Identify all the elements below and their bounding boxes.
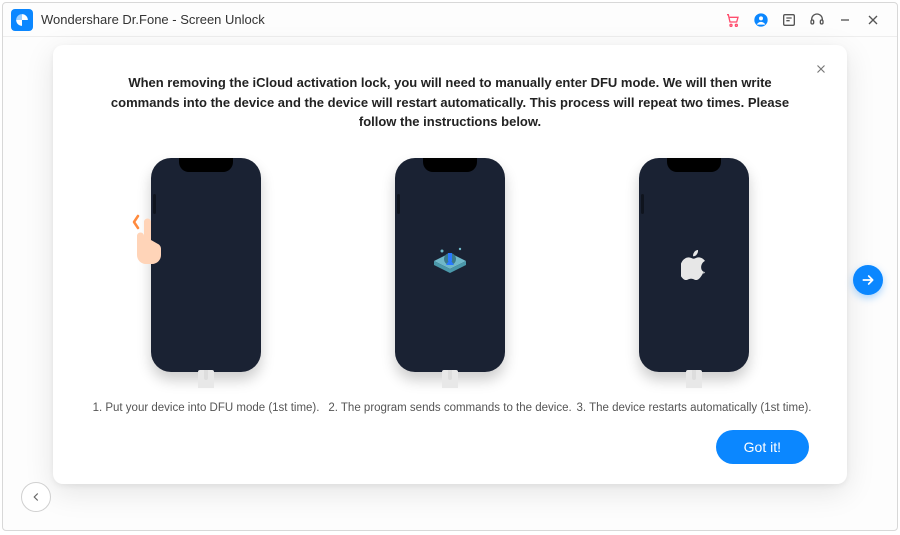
- feedback-icon[interactable]: [775, 6, 803, 34]
- dfu-instructions-modal: When removing the iCloud activation lock…: [53, 45, 847, 484]
- account-icon[interactable]: [747, 6, 775, 34]
- step-caption: 1. Put your device into DFU mode (1st ti…: [93, 402, 320, 414]
- step-caption: 2. The program sends commands to the dev…: [328, 402, 571, 414]
- support-icon[interactable]: [803, 6, 831, 34]
- got-it-button[interactable]: Got it!: [716, 430, 809, 464]
- close-window-button[interactable]: [859, 6, 887, 34]
- next-arrow-button[interactable]: [853, 265, 883, 295]
- cable-icon: [442, 370, 458, 388]
- hand-icon: [128, 206, 168, 266]
- back-button[interactable]: [21, 482, 51, 512]
- close-icon[interactable]: [809, 57, 833, 81]
- phone-illustration: [395, 158, 505, 372]
- step-caption: 3. The device restarts automatically (1s…: [577, 402, 812, 414]
- step-1: 1. Put your device into DFU mode (1st ti…: [101, 158, 311, 414]
- app-window: Wondershare Dr.Fone - Screen Unlock When…: [2, 2, 898, 531]
- apple-logo-icon: [681, 250, 707, 280]
- step-2: 2. The program sends commands to the dev…: [345, 158, 555, 414]
- package-download-icon: [426, 241, 474, 289]
- instructions-text: When removing the iCloud activation lock…: [100, 73, 800, 132]
- app-title: Wondershare Dr.Fone - Screen Unlock: [41, 12, 265, 27]
- cart-icon[interactable]: [719, 6, 747, 34]
- steps-row: 1. Put your device into DFU mode (1st ti…: [95, 158, 805, 414]
- step-3: 3. The device restarts automatically (1s…: [589, 158, 799, 414]
- titlebar: Wondershare Dr.Fone - Screen Unlock: [3, 3, 897, 37]
- minimize-button[interactable]: [831, 6, 859, 34]
- cable-icon: [198, 370, 214, 388]
- app-logo-icon: [11, 9, 33, 31]
- cable-icon: [686, 370, 702, 388]
- phone-illustration: [639, 158, 749, 372]
